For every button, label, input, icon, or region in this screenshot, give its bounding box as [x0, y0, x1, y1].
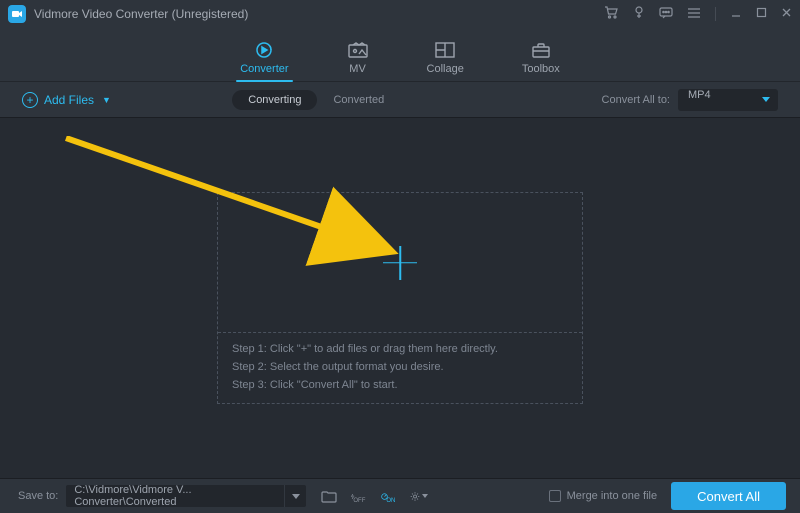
- merge-checkbox[interactable]: Merge into one file: [549, 490, 658, 502]
- checkbox-icon: [549, 490, 561, 502]
- tab-label: Collage: [427, 63, 464, 75]
- toolbox-icon: [530, 41, 552, 59]
- footer: Save to: C:\Vidmore\Vidmore V... Convert…: [0, 478, 800, 513]
- subtab-converted[interactable]: Converted: [317, 90, 400, 110]
- dropzone-steps: Step 1: Click "+" to add files or drag t…: [218, 333, 582, 403]
- tab-label: MV: [349, 63, 366, 75]
- app-logo-icon: [8, 5, 26, 23]
- high-speed-on-icon[interactable]: ON: [380, 487, 398, 505]
- maximize-button[interactable]: [756, 7, 767, 21]
- tab-converter[interactable]: Converter: [240, 41, 288, 81]
- dropzone[interactable]: Step 1: Click "+" to add files or drag t…: [217, 192, 583, 404]
- save-to-label: Save to:: [18, 490, 58, 502]
- chevron-down-icon: ▼: [102, 95, 111, 105]
- subtab-converting[interactable]: Converting: [232, 90, 317, 110]
- converter-icon: [253, 41, 275, 59]
- main-tabs: Converter MV Collage Toolbox: [0, 28, 800, 82]
- add-files-label: Add Files: [44, 93, 94, 107]
- menu-icon[interactable]: [687, 7, 701, 22]
- toolbar: + Add Files ▼ Converting Converted Conve…: [0, 82, 800, 118]
- tab-label: Converter: [240, 63, 288, 75]
- feedback-icon[interactable]: [659, 7, 673, 22]
- separator: [715, 7, 716, 21]
- add-plus-icon: [383, 246, 417, 280]
- hardware-accel-off-icon[interactable]: OFF: [350, 487, 368, 505]
- convert-all-to-label: Convert All to:: [602, 94, 670, 106]
- tab-toolbox[interactable]: Toolbox: [522, 41, 560, 81]
- add-files-button[interactable]: + Add Files ▼: [22, 92, 111, 108]
- cart-icon[interactable]: [604, 6, 619, 22]
- save-path-field[interactable]: C:\Vidmore\Vidmore V... Converter\Conver…: [66, 485, 284, 507]
- step-text: Step 1: Click "+" to add files or drag t…: [232, 343, 568, 355]
- tab-label: Toolbox: [522, 63, 560, 75]
- close-button[interactable]: [781, 7, 792, 21]
- chevron-down-icon: [762, 97, 770, 102]
- output-format-select[interactable]: MP4: [678, 89, 778, 111]
- tab-mv[interactable]: MV: [347, 41, 369, 81]
- subtabs: Converting Converted: [232, 90, 400, 110]
- window-title: Vidmore Video Converter (Unregistered): [34, 7, 248, 21]
- mv-icon: [347, 41, 369, 59]
- save-path-value: C:\Vidmore\Vidmore V... Converter\Conver…: [74, 484, 276, 508]
- step-text: Step 3: Click "Convert All" to start.: [232, 379, 568, 391]
- minimize-button[interactable]: [730, 7, 742, 22]
- format-value: MP4: [688, 89, 711, 101]
- main-area: Step 1: Click "+" to add files or drag t…: [0, 118, 800, 478]
- plus-icon: +: [22, 92, 38, 108]
- step-text: Step 2: Select the output format you des…: [232, 361, 568, 373]
- chevron-down-icon: [422, 494, 428, 498]
- settings-icon[interactable]: [410, 487, 428, 505]
- open-folder-icon[interactable]: [320, 487, 338, 505]
- key-icon[interactable]: [633, 6, 645, 23]
- convert-all-button[interactable]: Convert All: [671, 482, 786, 510]
- dropzone-add-area[interactable]: [218, 193, 582, 333]
- merge-label: Merge into one file: [567, 490, 658, 502]
- tab-collage[interactable]: Collage: [427, 41, 464, 81]
- title-bar: Vidmore Video Converter (Unregistered): [0, 0, 800, 28]
- save-path-dropdown[interactable]: [284, 485, 306, 507]
- chevron-down-icon: [292, 494, 300, 499]
- collage-icon: [434, 41, 456, 59]
- convert-all-label: Convert All: [697, 489, 760, 504]
